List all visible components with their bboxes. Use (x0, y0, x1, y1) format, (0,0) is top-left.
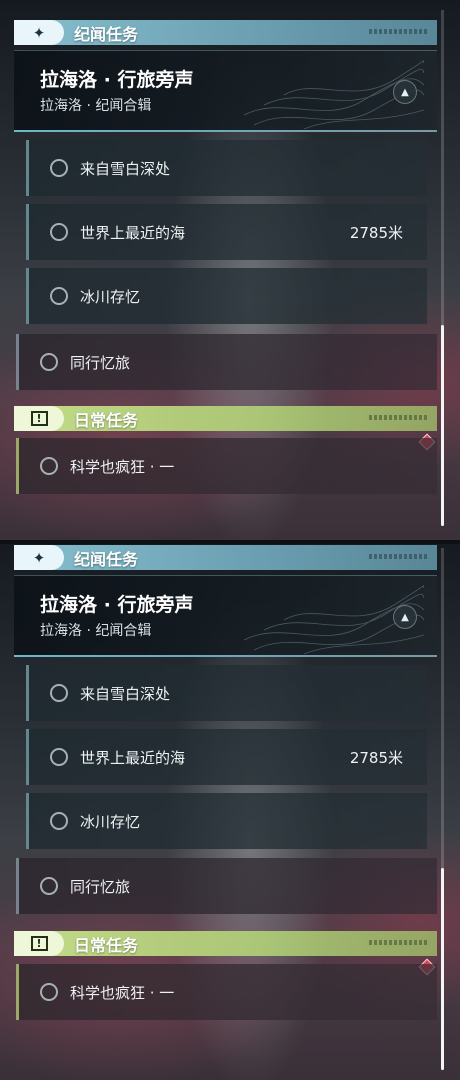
circle-icon (40, 877, 58, 895)
header-decoration (369, 415, 429, 420)
collapse-up-icon[interactable]: ▲ (393, 80, 417, 104)
sub-quest-item[interactable]: 来自雪白深处 (26, 140, 427, 196)
exclamation-box-icon: ! (14, 406, 64, 431)
quest-label: 科学也疯狂 · 一 (70, 983, 175, 1002)
daily-quest-header-title: 日常任务 (74, 410, 139, 430)
standalone-quest-item[interactable]: 同行忆旅 (16, 858, 437, 914)
sub-quest-item[interactable]: 冰川存忆 (26, 268, 427, 324)
exclamation-box-icon: ! (14, 931, 64, 956)
quest-title: 拉海洛 · 行旅旁声 (40, 594, 194, 616)
sub-quest-label: 来自雪白深处 (80, 684, 171, 703)
story-quest-header[interactable]: ✦ 纪闻任务 (14, 20, 437, 45)
header-decoration (369, 29, 429, 34)
quest-tracker-panel: ✦ 纪闻任务 拉海洛 · 行旅旁声 拉海洛 · 纪闻合辑 ▲ 来自雪白深处 世界… (0, 540, 460, 1080)
quest-subtitle: 拉海洛 · 纪闻合辑 (40, 623, 152, 639)
daily-quest-item[interactable]: 科学也疯狂 · 一 (16, 964, 437, 1020)
sparkle-icon: ✦ (14, 545, 64, 570)
story-quest-header-title: 纪闻任务 (74, 24, 139, 44)
header-decoration (369, 554, 429, 559)
sub-quest-label: 世界上最近的海 (80, 748, 186, 767)
sub-quest-item[interactable]: 来自雪白深处 (26, 665, 427, 721)
panel-divider (0, 540, 460, 544)
daily-quest-header-title: 日常任务 (74, 935, 139, 955)
sub-quest-item[interactable]: 世界上最近的海 2785米 (26, 729, 427, 785)
story-quest-header[interactable]: ✦ 纪闻任务 (14, 545, 437, 570)
story-quest-header-title: 纪闻任务 (74, 549, 139, 569)
sub-quest-label: 世界上最近的海 (80, 223, 186, 242)
circle-icon (50, 684, 68, 702)
quest-label: 同行忆旅 (70, 877, 131, 896)
quest-title: 拉海洛 · 行旅旁声 (40, 69, 194, 91)
scrollbar-thumb[interactable] (441, 868, 444, 1070)
collapse-up-icon[interactable]: ▲ (393, 605, 417, 629)
circle-icon (40, 983, 58, 1001)
quest-label: 同行忆旅 (70, 353, 131, 372)
sub-quest-label: 来自雪白深处 (80, 159, 171, 178)
sub-quest-label: 冰川存忆 (80, 812, 141, 831)
daily-quest-item[interactable]: 科学也疯狂 · 一 (16, 438, 437, 494)
sparkle-icon: ✦ (14, 20, 64, 45)
circle-icon (50, 223, 68, 241)
daily-quest-header[interactable]: ! 日常任务 (14, 931, 437, 956)
quest-tracker-panel: ✦ 纪闻任务 拉海洛 · 行旅旁声 拉海洛 · 纪闻合辑 ▲ 来自雪白深处 世界… (0, 0, 460, 540)
quest-card[interactable]: 拉海洛 · 行旅旁声 拉海洛 · 纪闻合辑 ▲ (14, 50, 437, 132)
sub-quest-item[interactable]: 冰川存忆 (26, 793, 427, 849)
distance-label: 2785米 (349, 223, 403, 242)
header-decoration (369, 940, 429, 945)
quest-subtitle: 拉海洛 · 纪闻合辑 (40, 98, 152, 114)
scrollbar-thumb[interactable] (441, 325, 444, 526)
sub-quest-item[interactable]: 世界上最近的海 2785米 (26, 204, 427, 260)
circle-icon (50, 748, 68, 766)
sub-quest-label: 冰川存忆 (80, 287, 141, 306)
daily-quest-header[interactable]: ! 日常任务 (14, 406, 437, 431)
circle-icon (50, 812, 68, 830)
quest-card[interactable]: 拉海洛 · 行旅旁声 拉海洛 · 纪闻合辑 ▲ (14, 575, 437, 657)
quest-label: 科学也疯狂 · 一 (70, 457, 175, 476)
circle-icon (40, 457, 58, 475)
circle-icon (50, 287, 68, 305)
distance-label: 2785米 (349, 748, 403, 767)
circle-icon (40, 353, 58, 371)
standalone-quest-item[interactable]: 同行忆旅 (16, 334, 437, 390)
circle-icon (50, 159, 68, 177)
